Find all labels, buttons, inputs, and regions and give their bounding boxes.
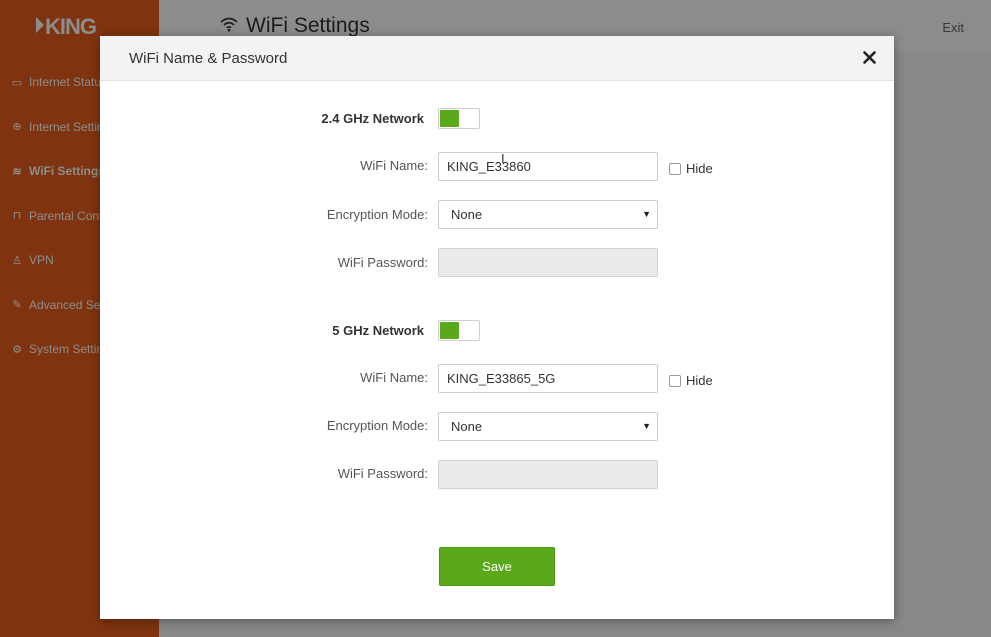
hide-5ghz-checkbox[interactable]: Hide bbox=[669, 373, 713, 388]
network-5ghz-header: 5 GHz Network bbox=[332, 323, 424, 338]
wifi-name-label: WiFi Name: bbox=[360, 158, 428, 173]
hide-24ghz-checkbox[interactable]: Hide bbox=[669, 161, 713, 176]
encryption-mode-label: Encryption Mode: bbox=[326, 207, 428, 222]
checkbox-box[interactable] bbox=[669, 374, 681, 387]
dialog-header: WiFi Name & Password bbox=[100, 36, 894, 81]
wifi-password-5ghz-input[interactable] bbox=[438, 460, 658, 489]
text-cursor-icon: I bbox=[501, 151, 505, 166]
wifi-password-label: WiFi Password: bbox=[337, 255, 428, 270]
hide-label: Hide bbox=[686, 373, 713, 388]
wifi-password-label: WiFi Password: bbox=[337, 466, 428, 481]
chevron-down-icon: ▼ bbox=[642, 209, 651, 219]
checkbox-box[interactable] bbox=[669, 162, 681, 175]
close-icon[interactable] bbox=[863, 47, 876, 69]
dialog-title: WiFi Name & Password bbox=[129, 50, 288, 67]
network-24ghz-header: 2.4 GHz Network bbox=[321, 111, 424, 126]
network-5ghz-toggle[interactable] bbox=[438, 320, 480, 341]
wifi-name-5ghz-input[interactable]: KING_E33865_5G bbox=[438, 364, 658, 393]
encryption-5ghz-select[interactable]: None ▼ bbox=[438, 412, 658, 441]
encryption-24ghz-select[interactable]: None ▼ bbox=[438, 200, 658, 229]
chevron-down-icon: ▼ bbox=[642, 421, 651, 431]
hide-label: Hide bbox=[686, 161, 713, 176]
wifi-password-24ghz-input[interactable] bbox=[438, 248, 658, 277]
save-button[interactable]: Save bbox=[439, 547, 555, 586]
encryption-mode-label: Encryption Mode: bbox=[326, 418, 428, 433]
wifi-name-label: WiFi Name: bbox=[360, 370, 428, 385]
wifi-name-24ghz-input[interactable]: KING_E33860 bbox=[438, 152, 658, 181]
wifi-name-password-dialog: WiFi Name & Password 2.4 GHz Network WiF… bbox=[100, 36, 894, 619]
network-24ghz-toggle[interactable] bbox=[438, 108, 480, 129]
